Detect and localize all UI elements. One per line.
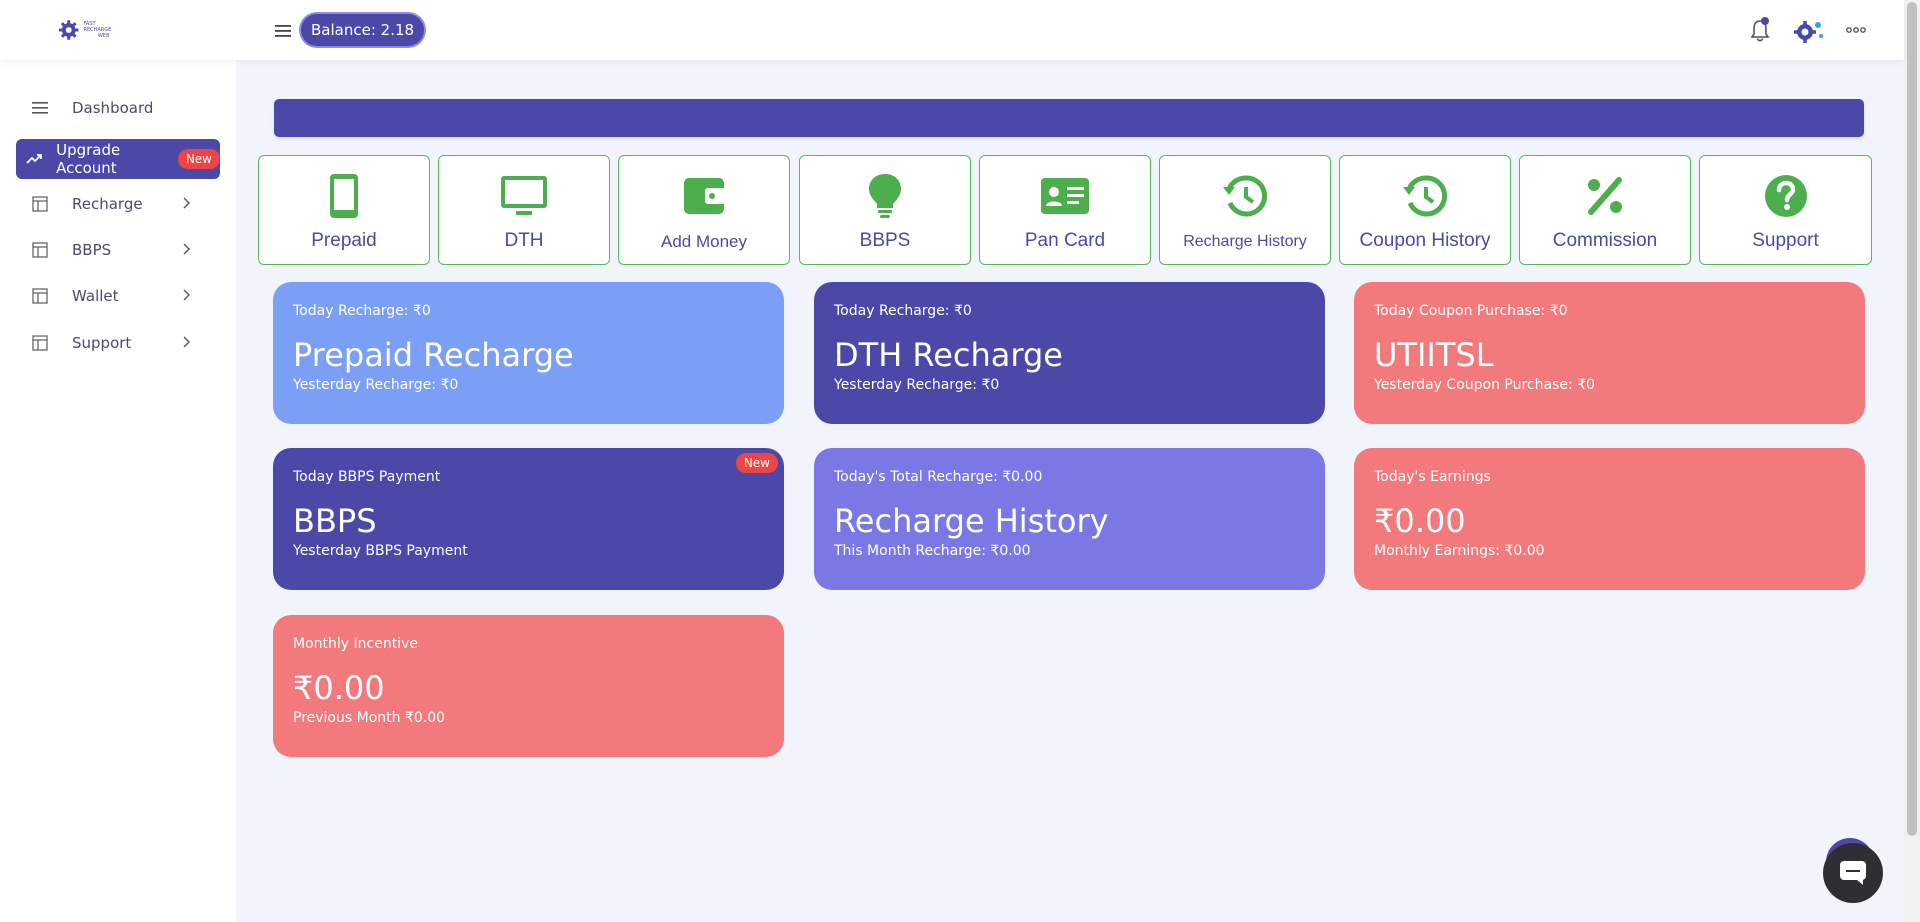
earnings-card[interactable]: Today's Earnings ₹0.00 Monthly Earnings:… [1354, 448, 1865, 590]
service-tile-label: Pan Card [1024, 230, 1106, 251]
chevron-right-icon [183, 197, 190, 209]
more-options-icon[interactable] [1845, 21, 1867, 39]
card-title: ₹0.00 [1374, 502, 1466, 540]
page-scrollbar[interactable] [1904, 0, 1920, 922]
card-top-text: Monthly Incentive [293, 636, 418, 652]
service-tile-recharge-history[interactable]: Recharge History [1159, 155, 1331, 265]
card-top-text: Today Recharge: ₹0 [293, 303, 431, 319]
card-bottom-text: Yesterday BBPS Payment [293, 543, 468, 559]
service-tile-add-money[interactable]: Add Money [618, 155, 790, 265]
dth-recharge-card[interactable]: Today Recharge: ₹0 DTH Recharge Yesterda… [814, 282, 1325, 424]
trend-up-icon [20, 153, 48, 165]
top-header: FAST RECHARGE WEB Balance: 2.18 [0, 0, 1904, 60]
sidebar: Dashboard Upgrade Account New Recharge B… [0, 60, 236, 922]
card-title: Recharge History [834, 502, 1109, 540]
sidebar-item-label: Support [72, 334, 132, 352]
history-icon [1220, 171, 1270, 221]
card-title: ₹0.00 [293, 669, 385, 707]
card-title: BBPS [293, 502, 377, 540]
sidebar-item-label: Wallet [72, 287, 119, 305]
sidebar-item-upgrade-account[interactable]: Upgrade Account New [16, 139, 220, 179]
bulb-icon [860, 171, 910, 221]
sidebar-item-label: BBPS [72, 241, 112, 259]
sidebar-item-wallet[interactable]: Wallet [16, 276, 220, 316]
chevron-right-icon [183, 289, 190, 301]
chevron-right-icon [183, 336, 190, 348]
balance-badge[interactable]: Balance: 2.18 [301, 14, 425, 46]
scrollbar-thumb[interactable] [1907, 2, 1917, 836]
wallet-icon [679, 171, 729, 221]
table-icon [24, 335, 56, 351]
table-icon [24, 196, 56, 212]
card-title: DTH Recharge [834, 336, 1063, 374]
sidebar-item-recharge[interactable]: Recharge [16, 184, 220, 224]
card-bottom-text: Monthly Earnings: ₹0.00 [1374, 543, 1545, 559]
hamburger-menu-icon[interactable] [274, 22, 292, 40]
card-top-text: Today's Earnings [1374, 469, 1491, 485]
service-tile-label: Coupon History [1359, 230, 1491, 251]
card-top-text: Today Recharge: ₹0 [834, 303, 972, 319]
card-title: Prepaid Recharge [293, 336, 574, 374]
brand-logo[interactable]: FAST RECHARGE WEB [58, 14, 124, 46]
bbps-card[interactable]: Today BBPS Payment BBPS Yesterday BBPS P… [273, 448, 784, 590]
service-tile-label: Recharge History [1183, 233, 1307, 250]
sidebar-item-dashboard[interactable]: Dashboard [16, 88, 220, 128]
menu-icon [24, 101, 56, 115]
prepaid-recharge-card[interactable]: Today Recharge: ₹0 Prepaid Recharge Yest… [273, 282, 784, 424]
card-title: UTIITSL [1374, 336, 1494, 374]
history-icon [1400, 171, 1450, 221]
sidebar-item-support[interactable]: Support [16, 323, 220, 363]
sidebar-item-label: Upgrade Account [56, 141, 121, 177]
question-icon [1761, 171, 1811, 221]
gear-logo-icon [58, 20, 79, 40]
logo-text: FAST RECHARGE WEB [83, 21, 124, 39]
card-top-text: Today's Total Recharge: ₹0.00 [834, 469, 1043, 485]
chevron-right-icon [183, 243, 190, 255]
new-badge: New [177, 149, 220, 169]
service-tile-label: BBPS [859, 230, 911, 251]
table-icon [24, 288, 56, 304]
card-bottom-text: Yesterday Recharge: ₹0 [293, 377, 459, 393]
logo-text-line-2: WEB [97, 33, 110, 39]
service-tile-pan-card[interactable]: Pan Card [979, 155, 1151, 265]
card-top-text: Today Coupon Purchase: ₹0 [1374, 303, 1568, 319]
card-bottom-text: Yesterday Recharge: ₹0 [834, 377, 1000, 393]
card-bottom-text: Previous Month ₹0.00 [293, 710, 446, 726]
sidebar-item-bbps[interactable]: BBPS [16, 230, 220, 270]
top-banner [274, 99, 1864, 137]
sidebar-item-label: Dashboard [72, 99, 154, 117]
service-tile-commission[interactable]: Commission [1519, 155, 1691, 265]
new-badge: New [735, 453, 778, 473]
chat-icon [1840, 861, 1866, 885]
notification-dot [1761, 17, 1769, 25]
service-tile-label: Add Money [661, 232, 747, 251]
monthly-incentive-card[interactable]: Monthly Incentive ₹0.00 Previous Month ₹… [273, 615, 784, 757]
card-bottom-text: This Month Recharge: ₹0.00 [834, 543, 1031, 559]
recharge-history-card[interactable]: Today's Total Recharge: ₹0.00 Recharge H… [814, 448, 1325, 590]
user-avatar-icon[interactable] [1791, 17, 1825, 45]
card-bottom-text: Yesterday Coupon Purchase: ₹0 [1374, 377, 1595, 393]
table-icon [24, 242, 56, 258]
service-tile-prepaid[interactable]: Prepaid [258, 155, 430, 265]
service-tile-bbps[interactable]: BBPS [799, 155, 971, 265]
sidebar-item-label: Recharge [72, 195, 143, 213]
mobile-icon [319, 171, 369, 221]
card-top-text: Today BBPS Payment [293, 469, 441, 485]
utiitsl-card[interactable]: Today Coupon Purchase: ₹0 UTIITSL Yester… [1354, 282, 1865, 424]
service-tile-label: Commission [1552, 230, 1658, 251]
id-card-icon [1040, 171, 1090, 221]
logo-text-line-1: FAST RECHARGE [83, 21, 112, 33]
service-tile-label: Prepaid [311, 230, 377, 251]
tv-icon [499, 171, 549, 221]
percent-icon [1580, 171, 1630, 221]
service-tile-label: DTH [504, 230, 544, 251]
service-tile-coupon-history[interactable]: Coupon History [1339, 155, 1511, 265]
chat-button[interactable] [1823, 843, 1883, 903]
service-tile-dth[interactable]: DTH [438, 155, 610, 265]
service-tile-support[interactable]: Support [1699, 155, 1872, 265]
service-tile-label: Support [1752, 230, 1819, 251]
